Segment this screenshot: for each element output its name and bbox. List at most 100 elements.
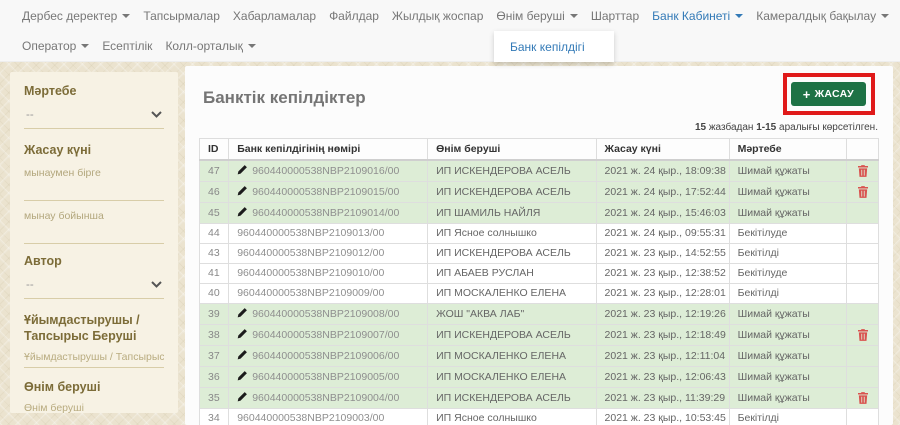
edit-pencil-icon[interactable] xyxy=(237,391,248,402)
create-button-label: ЖАСАУ xyxy=(815,88,854,100)
cell-guarantee-number: 960440000538NBP2109014/00 xyxy=(229,203,428,224)
nav-item-contracts[interactable]: Шарттар xyxy=(591,9,639,23)
cell-created-date: 2021 ж. 23 қыр., 12:18:49 xyxy=(596,325,729,346)
organizer-input[interactable] xyxy=(24,346,164,368)
pagination-info: 15 жазбадан 1-15 аралығы көрсетілген. xyxy=(199,122,878,133)
edit-pencil-icon[interactable] xyxy=(237,206,248,217)
cell-supplier: ИП МОСКАЛЕНКО ЕЛЕНА xyxy=(428,367,596,388)
table-row: 44960440000538NBP2109013/00ИП Ясное солн… xyxy=(200,224,879,244)
delete-button[interactable] xyxy=(858,392,868,404)
guarantee-number: 960440000538NBP2109015/00 xyxy=(252,186,399,198)
filter-sidebar: Мәртебе -- Жасау күні мынаумен бірге мын… xyxy=(10,72,178,413)
guarantee-number: 960440000538NBP2109003/00 xyxy=(237,412,384,424)
nav-item-personal-data[interactable]: Дербес деректер xyxy=(22,9,130,23)
table-row: 39960440000538NBP2109008/00ЖОШ "АКВА ЛАБ… xyxy=(200,304,879,325)
cell-supplier: ИП МОСКАЛЕНКО ЕЛЕНА xyxy=(428,346,596,367)
table-row: 37960440000538NBP2109006/00ИП МОСКАЛЕНКО… xyxy=(200,346,879,367)
nav-item-call-center[interactable]: Колл-орталық xyxy=(165,39,255,53)
cell-supplier: ИП Ясное солнышко xyxy=(428,409,596,425)
chevron-down-icon xyxy=(248,44,256,48)
pagination-total: 15 xyxy=(695,122,706,133)
nav-item-annual-plan[interactable]: Жылдық жоспар xyxy=(392,9,483,23)
table-row: 41960440000538NBP2109010/00ИП АБАЕВ РУСЛ… xyxy=(200,264,879,284)
trash-icon xyxy=(858,392,868,404)
edit-pencil-icon[interactable] xyxy=(237,307,248,318)
nav-item-reporting[interactable]: Есептілік xyxy=(102,39,152,53)
cell-supplier: ИП Ясное солнышко xyxy=(428,224,596,244)
pagination-text: жазбадан xyxy=(706,122,756,133)
cell-actions xyxy=(847,160,879,182)
nav-item-files[interactable]: Файлдар xyxy=(329,9,379,23)
edit-pencil-icon[interactable] xyxy=(237,185,248,196)
date-to-input[interactable] xyxy=(24,222,164,244)
nav-item-operator[interactable]: Оператор xyxy=(22,39,89,53)
supplier-filter-label: Өнім беруші xyxy=(24,380,164,396)
table-row: 38960440000538NBP2109007/00ИП ИСКЕНДЕРОВ… xyxy=(200,325,879,346)
cell-actions xyxy=(847,325,879,346)
cell-actions xyxy=(847,304,879,325)
cell-status: Шимай құжаты xyxy=(729,367,846,388)
cell-created-date: 2021 ж. 24 қыр., 18:09:38 xyxy=(596,160,729,182)
dropdown-item-bank-guarantee[interactable]: Банк кепілдігі xyxy=(494,40,601,54)
chevron-down-icon xyxy=(81,44,89,48)
nav-item-supplier[interactable]: Өнім беруші xyxy=(496,9,577,23)
cell-status: Шимай құжаты xyxy=(729,304,846,325)
cell-actions xyxy=(847,203,879,224)
table-row: 40960440000538NBP2109009/00ИП МОСКАЛЕНКО… xyxy=(200,284,879,304)
cell-guarantee-number: 960440000538NBP2109013/00 xyxy=(229,224,428,244)
table-row: 36960440000538NBP2109005/00ИП МОСКАЛЕНКО… xyxy=(200,367,879,388)
column-header: ID xyxy=(200,139,229,161)
delete-button[interactable] xyxy=(858,186,868,198)
nav-item-notifications[interactable]: Хабарламалар xyxy=(233,9,316,23)
create-button[interactable]: + ЖАСАУ xyxy=(791,82,866,106)
table-row: 43960440000538NBP2109012/00ИП ИСКЕНДЕРОВ… xyxy=(200,244,879,264)
cell-supplier: ИП ИСКЕНДЕРОВА АСЕЛЬ xyxy=(428,244,596,264)
status-select[interactable]: -- xyxy=(24,100,164,129)
delete-button[interactable] xyxy=(858,329,868,341)
cell-status: Шимай құжаты xyxy=(729,346,846,367)
cell-status: Шимай құжаты xyxy=(729,325,846,346)
guarantees-table: IDБанк кепілдігінің нөміріӨнім берушіЖас… xyxy=(199,138,879,425)
cell-created-date: 2021 ж. 24 қыр., 15:46:03 xyxy=(596,203,729,224)
trash-icon xyxy=(858,165,868,177)
edit-pencil-icon[interactable] xyxy=(237,370,248,381)
cell-status: Шимай құжаты xyxy=(729,203,846,224)
edit-pencil-icon[interactable] xyxy=(237,164,248,175)
cell-created-date: 2021 ж. 23 қыр., 12:11:04 xyxy=(596,346,729,367)
nav-item-cameral-control[interactable]: Камералдық бақылау xyxy=(756,9,889,23)
cell-created-date: 2021 ж. 23 қыр., 12:28:01 xyxy=(596,284,729,304)
cell-status: Шимай құжаты xyxy=(729,160,846,182)
cell-guarantee-number: 960440000538NBP2109006/00 xyxy=(229,346,428,367)
date-to-label: мынау бойынша xyxy=(24,210,164,222)
table-row: 34 960440000538NBP2109003/00 ИП Ясное солн… xyxy=(200,409,879,425)
organizer-filter-label: Ұйымдастырушы / Тапсырыс Беруші xyxy=(24,313,164,344)
guarantee-number: 960440000538NBP2109012/00 xyxy=(237,247,384,259)
cell-id: 34 xyxy=(200,409,229,425)
cell-guarantee-number: 960440000538NBP2109008/00 xyxy=(229,304,428,325)
cell-status: Бекітілді xyxy=(729,244,846,264)
cell-actions xyxy=(847,224,879,244)
cell-id: 39 xyxy=(200,304,229,325)
chevron-down-icon xyxy=(881,14,889,18)
cell-status: Бекітілді xyxy=(729,409,846,425)
status-filter-label: Мәртебе xyxy=(24,84,164,100)
cell-guarantee-number: 960440000538NBP2109007/00 xyxy=(229,325,428,346)
supplier-input[interactable] xyxy=(24,398,164,413)
cell-guarantee-number: 960440000538NBP2109016/00 xyxy=(229,160,428,182)
author-select[interactable]: -- xyxy=(24,270,164,299)
date-from-input[interactable] xyxy=(24,179,164,201)
cell-status: Бекітілді xyxy=(729,284,846,304)
edit-pencil-icon[interactable] xyxy=(237,349,248,360)
nav-item-tasks[interactable]: Тапсырмалар xyxy=(143,9,220,23)
nav-item-bank-cabinet[interactable]: Банк Кабинеті xyxy=(652,9,743,23)
edit-pencil-icon[interactable] xyxy=(237,328,248,339)
cell-status: Шимай құжаты xyxy=(729,182,846,203)
cell-actions xyxy=(847,388,879,409)
nav-row-2: Оператор Есептілік Колл-орталық xyxy=(0,32,900,60)
cell-supplier: ИП АБАЕВ РУСЛАН xyxy=(428,264,596,284)
cell-id: 46 xyxy=(200,182,229,203)
delete-button[interactable] xyxy=(858,165,868,177)
plus-icon: + xyxy=(803,88,811,101)
column-header xyxy=(847,139,879,161)
cell-supplier: ИП ИСКЕНДЕРОВА АСЕЛЬ xyxy=(428,388,596,409)
